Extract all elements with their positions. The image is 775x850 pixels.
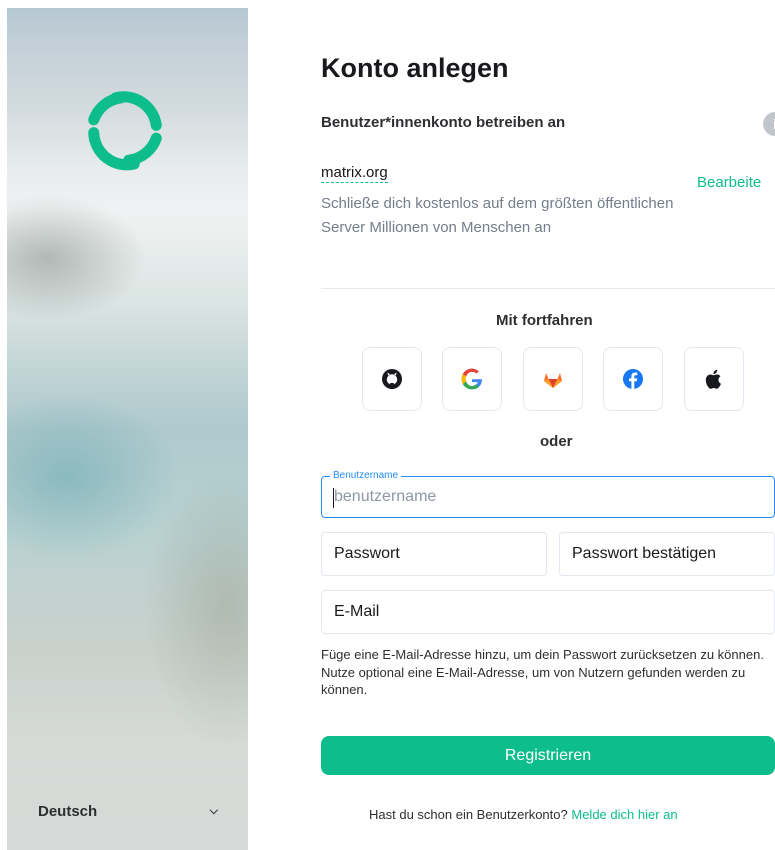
sso-facebook-button[interactable] — [603, 347, 663, 411]
facebook-icon — [623, 369, 643, 389]
password-confirm-field[interactable] — [559, 532, 775, 576]
page-title: Konto anlegen — [321, 53, 509, 83]
login-prompt: Hast du schon ein Benutzerkonto? Melde d… — [369, 807, 678, 822]
sso-heading: Mit fortfahren — [496, 312, 593, 329]
server-name: matrix.org — [321, 164, 388, 183]
gitlab-icon — [544, 373, 562, 388]
divider — [321, 288, 775, 289]
server-heading: Benutzer*innenkonto betreiben an — [321, 114, 566, 131]
register-button[interactable]: Registrieren — [321, 736, 775, 775]
username-label: Benutzername — [330, 470, 402, 482]
password-field[interactable] — [321, 532, 547, 576]
server-description: Schließe dich kostenlos auf dem größten … — [321, 195, 674, 236]
login-link[interactable]: Melde dich hier an — [571, 807, 677, 822]
chevron-down-icon: ⌵ — [209, 804, 218, 817]
sso-github-button[interactable] — [362, 347, 422, 411]
sso-gitlab-button[interactable] — [523, 347, 583, 411]
text-caret — [333, 488, 334, 508]
username-field[interactable]: Benutzername — [321, 470, 775, 518]
or-separator: oder — [540, 433, 573, 450]
sso-apple-button[interactable] — [684, 347, 744, 411]
password-confirm-input[interactable] — [560, 533, 774, 575]
email-hint: Füge eine E-Mail-Adresse hinzu, um dein … — [321, 647, 764, 697]
password-input[interactable] — [322, 533, 546, 575]
login-question: Hast du schon ein Benutzerkonto? — [369, 807, 568, 822]
language-selector[interactable]: Deutsch ⌵ — [38, 798, 218, 824]
email-input[interactable] — [322, 591, 774, 633]
background-panel: Deutsch ⌵ — [7, 8, 248, 850]
email-field[interactable] — [321, 590, 775, 634]
element-logo-icon — [88, 91, 162, 171]
apple-icon — [705, 369, 721, 389]
sso-google-button[interactable] — [442, 347, 502, 411]
github-icon — [382, 369, 402, 389]
language-label: Deutsch — [38, 802, 98, 820]
edit-server-link[interactable]: Bearbeite — [697, 174, 761, 191]
info-icon[interactable]: i — [763, 112, 775, 136]
username-input[interactable] — [322, 477, 774, 517]
google-icon — [461, 368, 482, 390]
